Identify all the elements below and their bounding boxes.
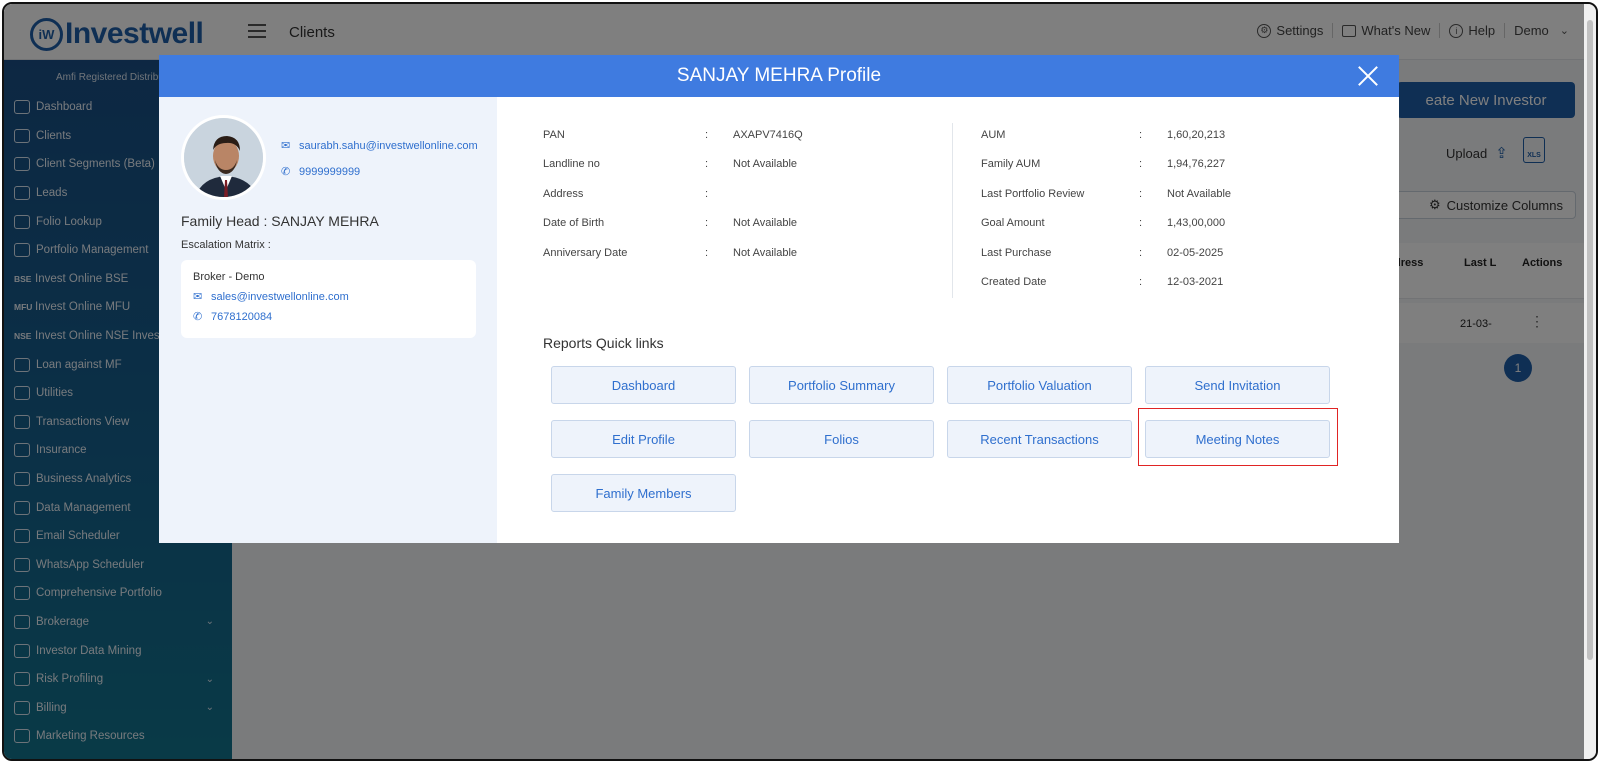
dashboard-button[interactable]: Dashboard [551, 366, 736, 404]
mail-icon: ✉ [281, 140, 291, 152]
details-left: PAN: AXAPV7416Q Landline no: Not Available A… [543, 129, 943, 276]
detail-colon: : [1139, 129, 1143, 141]
mail-icon: ✉ [193, 291, 203, 303]
folios-button[interactable]: Folios [749, 420, 934, 458]
highlight-box [1138, 408, 1338, 466]
detail-label: Family AUM [981, 158, 1041, 171]
recent-transactions-button[interactable]: Recent Transactions [947, 420, 1132, 458]
detail-label: Date of Birth [543, 217, 605, 230]
escalation-matrix-label: Escalation Matrix : [181, 239, 271, 251]
detail-colon: : [1139, 217, 1143, 230]
broker-email: sales@investwellonline.com [211, 290, 349, 303]
client-email-link[interactable]: ✉ saurabh.sahu@investwellonline.com [281, 139, 478, 153]
detail-colon: : [705, 187, 709, 200]
detail-colon: : [1139, 158, 1143, 171]
close-icon[interactable] [1357, 65, 1379, 87]
broker-name: Broker - Demo [193, 271, 265, 283]
quick-links-title: Reports Quick links [543, 335, 664, 351]
detail-label: Last Purchase [981, 246, 1052, 259]
modal-header: SANJAY MEHRA Profile [159, 55, 1399, 97]
detail-value: 1,60,20,213 [1167, 129, 1226, 141]
detail-value: Not Available [733, 246, 798, 259]
details-right: AUM: 1,60,20,213 Family AUM: 1,94,76,227 Las… [981, 129, 1381, 305]
broker-phone: 7678120084 [211, 310, 273, 323]
detail-label: PAN [543, 129, 565, 141]
detail-row: Created Date: 12-03-2021 [981, 276, 1381, 305]
app-window: iW Investwell Clients ⚙ Settings What's … [2, 2, 1598, 761]
detail-label: Anniversary Date [543, 246, 628, 259]
details-divider [952, 123, 953, 298]
detail-value: Not Available [733, 158, 798, 171]
detail-value: 02-05-2025 [1167, 246, 1224, 259]
phone-icon: ✆ [193, 311, 203, 323]
detail-value: 12-03-2021 [1167, 275, 1224, 288]
family-head: Family Head : SANJAY MEHRA [181, 213, 379, 229]
detail-label: AUM [981, 129, 1006, 141]
detail-label: Address [543, 187, 584, 200]
detail-value: Not Available [1167, 187, 1232, 200]
detail-row: Last Portfolio Review: Not Available [981, 188, 1381, 217]
detail-value: Not Available [733, 217, 798, 230]
detail-colon: : [705, 158, 709, 171]
detail-label: Goal Amount [981, 217, 1045, 230]
client-phone-link[interactable]: ✆ 9999999999 [281, 165, 361, 179]
detail-colon: : [1139, 187, 1143, 200]
detail-colon: : [705, 246, 709, 259]
portfolio-valuation-button[interactable]: Portfolio Valuation [947, 366, 1132, 404]
detail-label: Created Date [981, 275, 1047, 288]
family-members-button[interactable]: Family Members [551, 474, 736, 512]
client-phone: 9999999999 [299, 165, 361, 178]
detail-row: Address: [543, 188, 943, 217]
profile-summary-panel: ✉ saurabh.sahu@investwellonline.com ✆ 99… [159, 97, 497, 543]
phone-icon: ✆ [281, 166, 291, 178]
broker-phone-link[interactable]: ✆ 7678120084 [193, 310, 464, 324]
profile-modal: SANJAY MEHRA Profile ✉ saurabh.sahu@inve… [159, 55, 1399, 543]
client-email: saurabh.sahu@investwellonline.com [299, 139, 478, 152]
broker-email-link[interactable]: ✉ sales@investwellonline.com [193, 290, 464, 304]
detail-row: Family AUM: 1,94,76,227 [981, 158, 1381, 187]
detail-label: Landline no [543, 158, 600, 171]
avatar [181, 115, 266, 200]
edit-profile-button[interactable]: Edit Profile [551, 420, 736, 458]
detail-row: Last Purchase: 02-05-2025 [981, 247, 1381, 276]
detail-row: Landline no: Not Available [543, 158, 943, 187]
detail-row: Anniversary Date: Not Available [543, 247, 943, 276]
detail-value: 1,43,00,000 [1167, 217, 1226, 230]
portfolio-summary-button[interactable]: Portfolio Summary [749, 366, 934, 404]
detail-row: PAN: AXAPV7416Q [543, 129, 943, 158]
detail-value: AXAPV7416Q [733, 129, 803, 141]
detail-colon: : [1139, 275, 1143, 288]
detail-colon: : [705, 217, 709, 230]
modal-title: SANJAY MEHRA Profile [676, 65, 882, 86]
scrollbar-thumb[interactable] [1587, 20, 1593, 660]
detail-label: Last Portfolio Review [981, 187, 1085, 200]
send-invitation-button[interactable]: Send Invitation [1145, 366, 1330, 404]
detail-value: 1,94,76,227 [1167, 158, 1226, 171]
detail-row: Date of Birth: Not Available [543, 217, 943, 246]
escalation-card: Broker - Demo ✉ sales@investwellonline.c… [181, 260, 476, 338]
detail-row: AUM: 1,60,20,213 [981, 129, 1381, 158]
detail-colon: : [705, 129, 709, 141]
scrollbar[interactable] [1584, 4, 1596, 759]
detail-colon: : [1139, 246, 1143, 259]
detail-row: Goal Amount: 1,43,00,000 [981, 217, 1381, 246]
